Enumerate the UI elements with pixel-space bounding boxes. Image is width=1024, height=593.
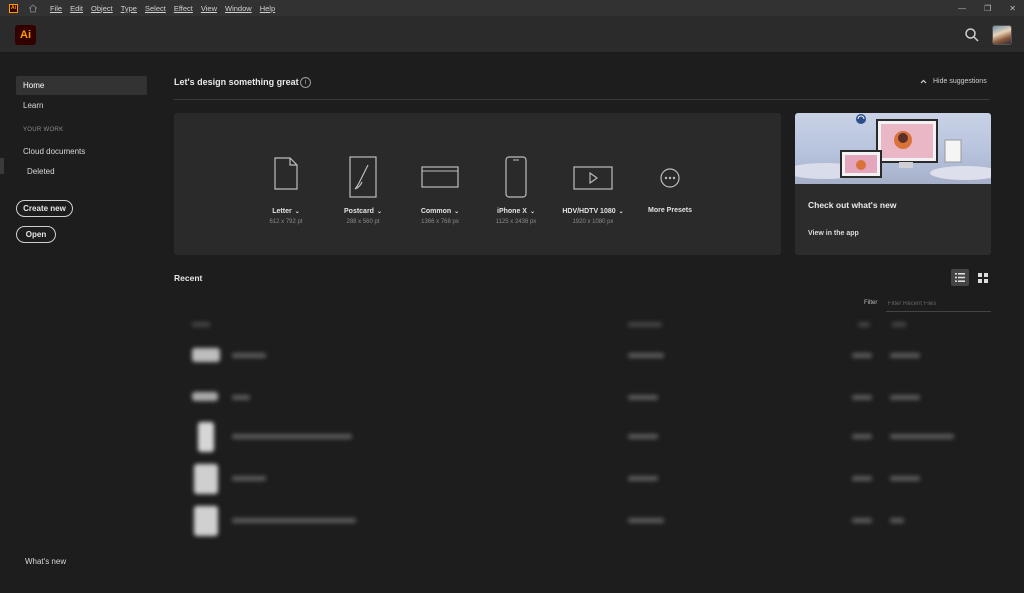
- recent-title: Recent: [174, 273, 203, 283]
- preset-size: 1125 x 2436 px: [495, 219, 537, 225]
- sidebar-item-deleted[interactable]: Deleted: [27, 167, 55, 176]
- illustrator-logo: Ai: [15, 25, 36, 45]
- table-row[interactable]: [186, 386, 976, 410]
- chevron-down-icon[interactable]: ⌄: [377, 209, 382, 215]
- document-icon: [274, 157, 298, 195]
- preset-size: 288 x 560 pt: [346, 219, 380, 225]
- menu-view[interactable]: View: [201, 4, 217, 13]
- chevron-up-icon: [920, 79, 927, 84]
- preset-name: More Presets: [648, 207, 692, 214]
- preset-name: Common: [420, 208, 452, 215]
- menu-type[interactable]: Type: [121, 4, 137, 13]
- app-header: Ai: [0, 16, 1024, 53]
- sidebar-item-home[interactable]: Home: [16, 76, 147, 95]
- hide-suggestions-label: Hide suggestions: [933, 78, 987, 85]
- list-view-icon[interactable]: [951, 269, 969, 286]
- chevron-down-icon[interactable]: ⌄: [454, 209, 459, 215]
- chevron-down-icon[interactable]: ⌄: [619, 209, 624, 215]
- page-title: Let's design something great: [174, 77, 299, 87]
- preset-postcard[interactable]: Postcard ⌄ 288 x 560 pt: [323, 113, 403, 255]
- menu-edit[interactable]: Edit: [70, 4, 83, 13]
- chevron-down-icon[interactable]: ⌄: [530, 209, 535, 215]
- sidebar-item-learn[interactable]: Learn: [23, 101, 43, 110]
- view-in-app-link[interactable]: View in the app: [808, 230, 859, 237]
- browser-icon: [421, 166, 459, 193]
- divider: [174, 99, 990, 100]
- preset-size: 1920 x 1080 px: [572, 219, 614, 225]
- preset-iphone-x[interactable]: iPhone X ⌄ 1125 x 2436 px: [476, 113, 556, 255]
- menu-bar: Ai File Edit Object Type Select Effect V…: [0, 0, 1024, 16]
- menu-help[interactable]: Help: [260, 4, 275, 13]
- more-icon: [660, 168, 680, 193]
- table-row[interactable]: [186, 504, 976, 538]
- create-new-button[interactable]: Create new: [16, 200, 73, 217]
- whats-new-link[interactable]: What's new: [25, 557, 66, 566]
- brush-icon: [349, 156, 377, 203]
- preset-letter[interactable]: Letter ⌄ 612 x 792 pt: [246, 113, 326, 255]
- whats-new-promo-card[interactable]: Check out what's new View in the app: [795, 113, 991, 255]
- promo-title: Check out what's new: [808, 200, 897, 210]
- phone-icon: [505, 156, 527, 203]
- presets-panel: Letter ⌄ 612 x 792 pt Postcard ⌄ 288 x 560…: [174, 113, 781, 255]
- app-icon: Ai: [9, 3, 18, 13]
- filter-label: Filter: [864, 300, 878, 306]
- table-row[interactable]: [186, 344, 976, 368]
- open-button[interactable]: Open: [16, 226, 56, 243]
- sidebar: Home Learn YOUR WORK Cloud documents Del…: [0, 54, 156, 593]
- home-icon[interactable]: [27, 3, 39, 13]
- avatar[interactable]: [992, 25, 1012, 45]
- menu-object[interactable]: Object: [91, 4, 113, 13]
- recent-files-table: [186, 314, 976, 544]
- preset-name: Postcard: [344, 208, 374, 215]
- grid-view-icon[interactable]: [974, 269, 992, 286]
- sidebar-edge-handle: [0, 158, 4, 174]
- sidebar-item-cloud-documents[interactable]: Cloud documents: [23, 147, 85, 156]
- preset-common[interactable]: Common ⌄ 1366 x 768 px: [400, 113, 480, 255]
- preset-name: iPhone X: [497, 208, 527, 215]
- preset-size: 612 x 792 pt: [269, 219, 303, 225]
- close-button[interactable]: ✕: [1009, 4, 1016, 13]
- search-icon[interactable]: [964, 27, 980, 43]
- preset-name: Letter: [272, 208, 292, 215]
- preset-size: 1366 x 768 px: [421, 219, 459, 225]
- preset-name: HDV/HDTV 1080: [562, 208, 616, 215]
- menu-select[interactable]: Select: [145, 4, 166, 13]
- menu-window[interactable]: Window: [225, 4, 252, 13]
- hide-suggestions-button[interactable]: Hide suggestions: [920, 78, 987, 85]
- video-icon: [573, 166, 613, 195]
- info-icon[interactable]: i: [300, 77, 311, 88]
- filter-recent-input[interactable]: [886, 296, 991, 312]
- menu-effect[interactable]: Effect: [174, 4, 193, 13]
- table-row[interactable]: [186, 420, 976, 454]
- preset-hdv-hdtv-1080[interactable]: HDV/HDTV 1080 ⌄ 1920 x 1080 px: [553, 113, 633, 255]
- promo-image: [795, 113, 991, 184]
- maximize-button[interactable]: ❐: [984, 4, 991, 13]
- menu-file[interactable]: File: [50, 4, 62, 13]
- table-row[interactable]: [186, 462, 976, 496]
- chevron-down-icon[interactable]: ⌄: [295, 209, 300, 215]
- sidebar-section-label: YOUR WORK: [23, 127, 64, 133]
- preset-more[interactable]: More Presets: [630, 113, 710, 255]
- minimize-button[interactable]: —: [958, 4, 966, 13]
